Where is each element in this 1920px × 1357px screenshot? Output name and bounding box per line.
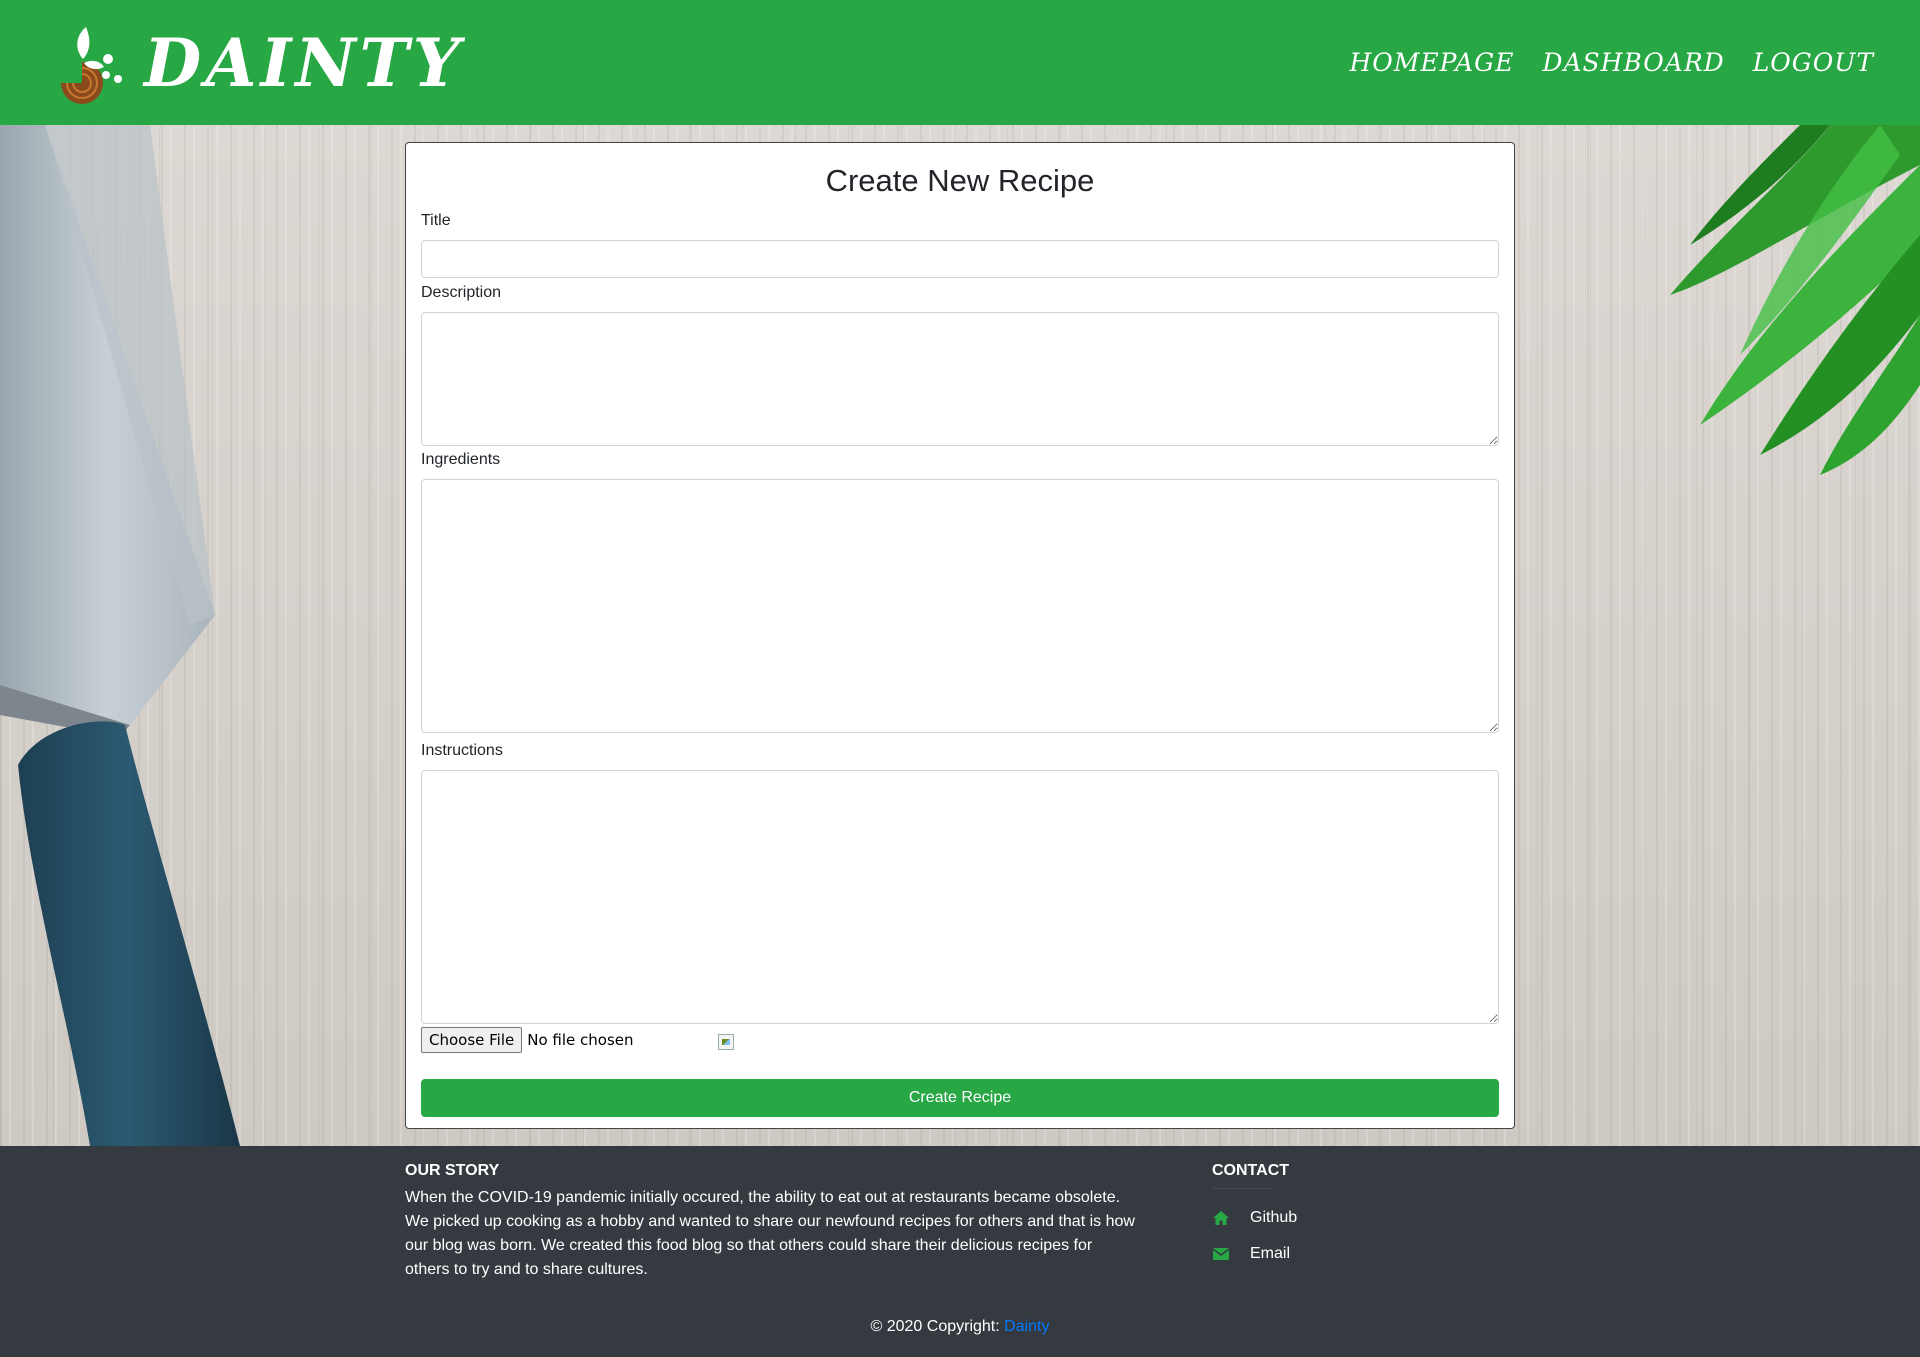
create-recipe-card: Create New Recipe Title Description Ingr… bbox=[405, 142, 1515, 1129]
instructions-label: Instructions bbox=[421, 742, 503, 759]
our-story-section: OUR STORY When the COVID-19 pandemic ini… bbox=[405, 1162, 1135, 1282]
file-upload-row: Choose File No file chosen bbox=[421, 1024, 1499, 1056]
contact-github-label: Github bbox=[1250, 1209, 1298, 1226]
choose-file-button[interactable]: Choose File bbox=[421, 1027, 523, 1053]
copyright-text: © 2020 Copyright: bbox=[870, 1318, 1005, 1335]
page-title: Create New Recipe bbox=[825, 163, 1095, 198]
ingredients-label: Ingredients bbox=[421, 451, 501, 468]
instructions-textarea[interactable] bbox=[421, 770, 1499, 1024]
contact-email-label: Email bbox=[1250, 1245, 1291, 1262]
description-textarea[interactable] bbox=[421, 312, 1499, 446]
contact-divider bbox=[1212, 1188, 1272, 1189]
nav-link-dashboard[interactable]: DASHBOARD bbox=[1542, 48, 1724, 77]
leaves-image bbox=[1670, 125, 1920, 475]
file-status: No file chosen bbox=[527, 1031, 634, 1049]
navbar: DAINTY HOMEPAGE DASHBOARD LOGOUT bbox=[0, 0, 1920, 125]
dainty-logo-icon bbox=[60, 26, 122, 104]
contact-heading: CONTACT bbox=[1212, 1162, 1290, 1179]
our-story-heading: OUR STORY bbox=[405, 1162, 500, 1179]
create-recipe-button[interactable]: Create Recipe bbox=[421, 1079, 1499, 1117]
title-label: Title bbox=[421, 212, 451, 229]
nav-link-logout[interactable]: LOGOUT bbox=[1753, 48, 1874, 77]
contact-github-link[interactable]: Github bbox=[1212, 1209, 1412, 1227]
nav-link-homepage[interactable]: HOMEPAGE bbox=[1349, 48, 1514, 77]
ingredients-textarea[interactable] bbox=[421, 479, 1499, 733]
copyright: © 2020 Copyright: Dainty bbox=[0, 1318, 1920, 1336]
our-story-text: When the COVID-19 pandemic initially occ… bbox=[405, 1189, 1135, 1278]
footer: OUR STORY When the COVID-19 pandemic ini… bbox=[0, 1146, 1920, 1357]
title-input[interactable] bbox=[421, 240, 1499, 278]
home-icon bbox=[1212, 1210, 1230, 1226]
copyright-link[interactable]: Dainty bbox=[1004, 1318, 1049, 1335]
brand-name: DAINTY bbox=[144, 23, 464, 102]
knife-image bbox=[0, 125, 240, 1146]
brand[interactable]: DAINTY bbox=[56, 0, 464, 125]
description-label: Description bbox=[421, 284, 502, 301]
envelope-icon bbox=[1212, 1246, 1230, 1262]
nav-links: HOMEPAGE DASHBOARD LOGOUT bbox=[1349, 48, 1874, 77]
contact-section: CONTACT Github Email bbox=[1212, 1162, 1412, 1263]
contact-email-link[interactable]: Email bbox=[1212, 1245, 1412, 1263]
broken-image-icon bbox=[718, 1034, 734, 1050]
